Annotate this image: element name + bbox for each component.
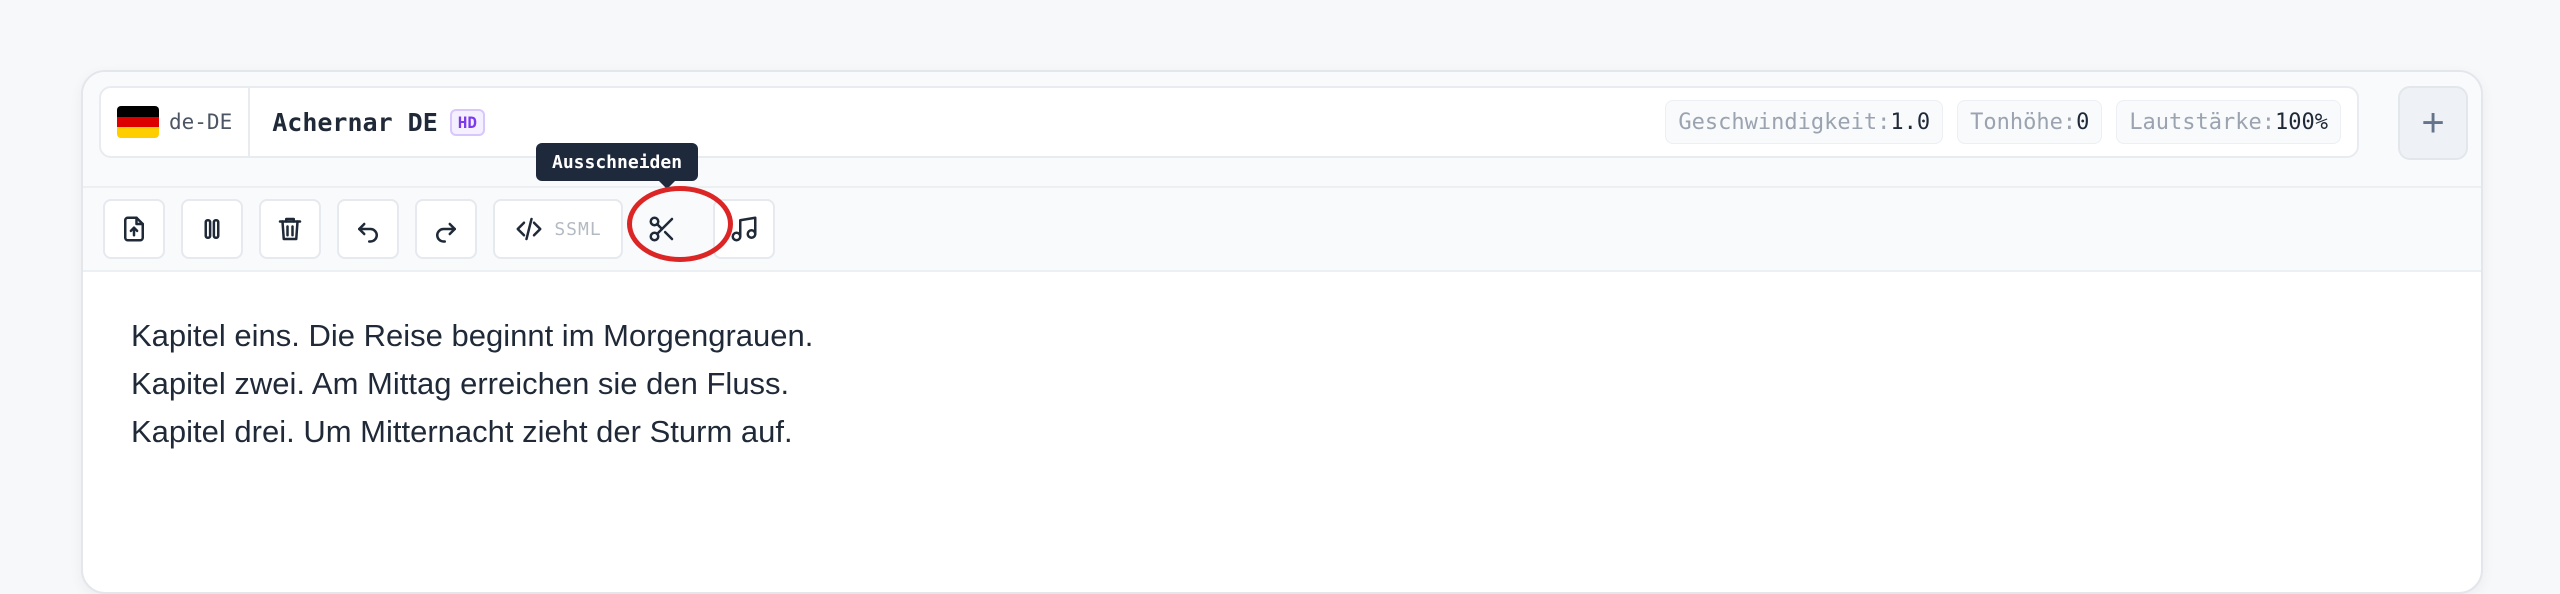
voice-selector[interactable]: de-DE Achernar DE HD Geschwindigkeit: 1.… (99, 86, 2359, 158)
editor-line[interactable]: Kapitel eins. Die Reise beginnt im Morge… (131, 312, 2431, 360)
pause-button[interactable] (181, 199, 243, 259)
locale-code: de-DE (169, 110, 233, 134)
tooltip-arrow (658, 180, 676, 189)
redo-icon (436, 222, 456, 243)
toolbar: SSML (83, 186, 2481, 272)
volume-value: 100% (2275, 109, 2328, 135)
locale-selector[interactable]: de-DE (101, 88, 251, 156)
music-icon (731, 216, 757, 242)
trash-icon (278, 217, 302, 241)
delete-button[interactable] (259, 199, 321, 259)
ssml-button[interactable]: SSML (493, 199, 623, 259)
text-editor[interactable]: Kapitel eins. Die Reise beginnt im Morge… (131, 312, 2431, 572)
flag-stripe-red (117, 116, 159, 128)
pitch-param[interactable]: Tonhöhe: 0 (1957, 100, 2103, 144)
flag-stripe-gold (117, 127, 159, 138)
add-button[interactable]: + (2398, 86, 2468, 160)
redo-button[interactable] (415, 199, 477, 259)
speed-param[interactable]: Geschwindigkeit: 1.0 (1665, 100, 1944, 144)
scissors-icon (649, 216, 674, 242)
cut-button[interactable] (631, 199, 693, 259)
flag-stripe-black (117, 106, 159, 117)
hd-badge: HD (449, 108, 486, 136)
editor-line[interactable]: Kapitel zwei. Am Mittag erreichen sie de… (131, 360, 2431, 408)
ssml-label: SSML (554, 218, 602, 240)
cut-tooltip: Ausschneiden (536, 143, 699, 181)
upload-icon (124, 216, 144, 242)
voice-parameters: Geschwindigkeit: 1.0 Tonhöhe: 0 Lautstär… (1665, 100, 2341, 144)
undo-icon (358, 222, 378, 243)
volume-param[interactable]: Lautstärke: 100% (2116, 100, 2341, 144)
pitch-value: 0 (2076, 109, 2090, 135)
speed-label: Geschwindigkeit: (1678, 109, 1891, 135)
volume-label: Lautstärke: (2129, 109, 2276, 135)
pitch-label: Tonhöhe: (1970, 109, 2077, 135)
music-button[interactable] (713, 199, 775, 259)
editor-line[interactable]: Kapitel drei. Um Mitternacht zieht der S… (131, 408, 2431, 456)
top-bar: de-DE Achernar DE HD Geschwindigkeit: 1.… (83, 72, 2481, 186)
speed-value: 1.0 (1890, 109, 1931, 135)
code-icon (516, 217, 542, 241)
undo-button[interactable] (337, 199, 399, 259)
german-flag-icon (117, 106, 159, 138)
tts-editor-card: de-DE Achernar DE HD Geschwindigkeit: 1.… (81, 70, 2483, 594)
pause-icon (204, 219, 220, 239)
voice-name: Achernar DE (272, 107, 438, 137)
upload-button[interactable] (103, 199, 165, 259)
